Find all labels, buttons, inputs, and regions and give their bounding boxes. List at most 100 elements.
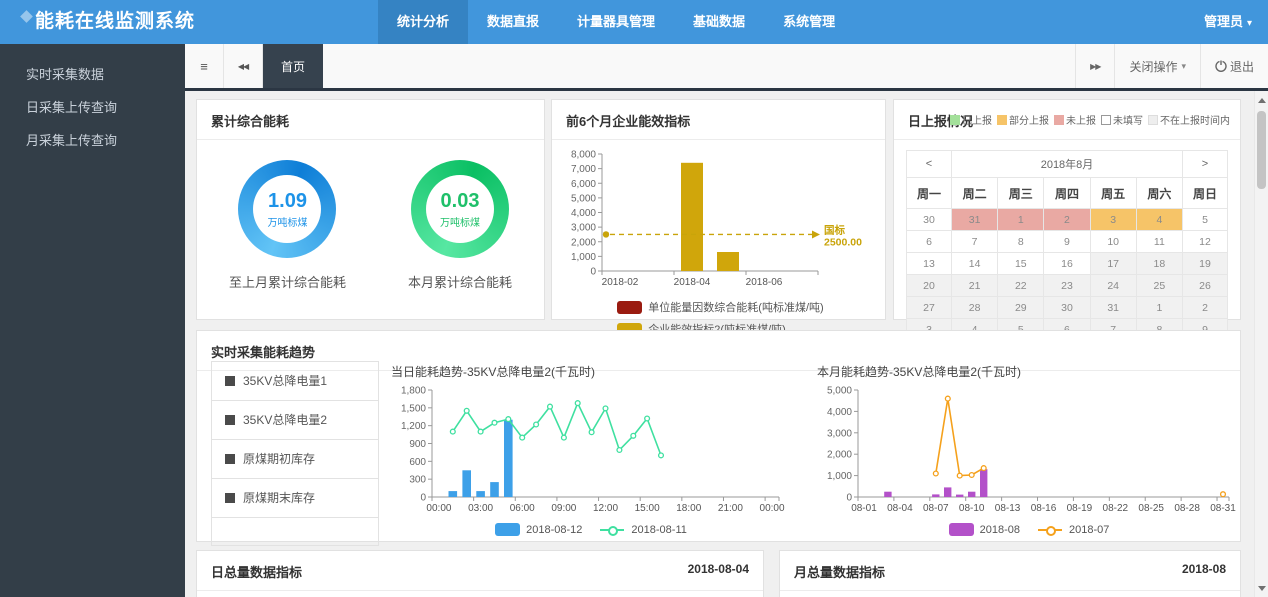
calendar-day[interactable]: 6: [906, 230, 952, 253]
calendar-day[interactable]: 2: [1182, 296, 1228, 319]
calendar-day[interactable]: 22: [997, 274, 1045, 297]
svg-text:08-07: 08-07: [923, 503, 949, 514]
calendar-day[interactable]: 24: [1089, 274, 1137, 297]
svg-text:300: 300: [409, 475, 426, 486]
scroll-tabs-right-button[interactable]: ▶▶: [1075, 44, 1114, 88]
meter-list-item[interactable]: 原煤期初库存: [212, 440, 378, 479]
calendar-day[interactable]: 11: [1135, 230, 1184, 253]
logout-button[interactable]: 退出: [1199, 44, 1268, 88]
calendar-day[interactable]: 9: [1043, 230, 1091, 253]
legend-label: 2018-08: [979, 524, 1020, 536]
svg-text:2018-02: 2018-02: [602, 277, 639, 288]
meter-list-item[interactable]: 35KV总降电量2: [212, 401, 378, 440]
calendar-day[interactable]: 2: [1043, 208, 1091, 231]
calendar-day[interactable]: 31: [1089, 296, 1137, 319]
tab-bar: ≡ ◀◀ 首页 ▶▶ 关闭操作 ▾ 退出: [185, 44, 1268, 88]
tab-home[interactable]: 首页: [263, 44, 323, 88]
calendar-day[interactable]: 27: [906, 296, 952, 319]
calendar-day[interactable]: 8: [997, 230, 1045, 253]
calendar-day[interactable]: 30: [906, 208, 952, 231]
nav-item[interactable]: 系统管理: [764, 0, 854, 44]
line-legend-marker: [600, 526, 625, 536]
user-menu[interactable]: 管理员 ▾: [1204, 0, 1252, 46]
menu-toggle-button[interactable]: ≡: [185, 44, 224, 88]
calendar-day[interactable]: 1: [997, 208, 1045, 231]
calendar-day[interactable]: 28: [950, 296, 999, 319]
nav-item[interactable]: 数据直报: [468, 0, 558, 44]
calendar-prev-button[interactable]: <: [906, 150, 952, 178]
svg-text:4,000: 4,000: [571, 208, 596, 219]
close-operations-dropdown[interactable]: 关闭操作 ▾: [1114, 44, 1200, 88]
calendar-day[interactable]: 4: [1135, 208, 1184, 231]
vertical-scrollbar[interactable]: [1254, 91, 1268, 597]
panel-title: 月总量数据指标: [794, 565, 886, 580]
calendar-day[interactable]: 18: [1135, 252, 1184, 275]
svg-text:08-16: 08-16: [1031, 503, 1057, 514]
calendar-day[interactable]: 25: [1135, 274, 1184, 297]
calendar-day[interactable]: 10: [1089, 230, 1137, 253]
gauge-unit: 万吨标煤: [440, 217, 480, 229]
svg-text:06:00: 06:00: [510, 503, 535, 514]
calendar-next-button[interactable]: >: [1182, 150, 1228, 178]
nav-item[interactable]: 基础数据: [674, 0, 764, 44]
calendar-day[interactable]: 30: [1043, 296, 1091, 319]
scrollbar-thumb[interactable]: [1257, 111, 1266, 189]
legend-item[interactable]: 单位能量因数综合能耗(吨标准煤/吨): [617, 299, 824, 317]
legend-dot-icon: [1046, 526, 1056, 536]
svg-text:2018-04: 2018-04: [674, 277, 711, 288]
svg-text:7,000: 7,000: [571, 164, 596, 175]
svg-text:4,000: 4,000: [827, 407, 852, 418]
meter-list-item[interactable]: 原煤期末库存: [212, 479, 378, 518]
meter-list-filler: [212, 518, 378, 545]
calendar-day[interactable]: 12: [1182, 230, 1228, 253]
double-chevron-left-icon: ◀◀: [237, 61, 249, 71]
calendar-day[interactable]: 5: [1182, 208, 1228, 231]
calendar-day[interactable]: 15: [997, 252, 1045, 275]
svg-text:6,000: 6,000: [571, 179, 596, 190]
legend-item[interactable]: 2018-08-11: [600, 521, 687, 538]
main-nav: 统计分析 数据直报 计量器具管理 基础数据 系统管理: [378, 0, 854, 44]
calendar-day[interactable]: 26: [1182, 274, 1228, 297]
svg-text:12:00: 12:00: [593, 503, 618, 514]
calendar-day[interactable]: 1: [1135, 296, 1184, 319]
legend-item[interactable]: 2018-08: [948, 521, 1020, 538]
nav-item[interactable]: 统计分析: [378, 0, 469, 44]
calendar-day[interactable]: 17: [1089, 252, 1137, 275]
calendar-day[interactable]: 13: [906, 252, 952, 275]
meter-label: 原煤期末库存: [243, 491, 316, 505]
meter-label: 35KV总降电量1: [243, 374, 328, 388]
calendar: <2018年8月 > 周一 周二 周三 周四 周五 周六 周日 30 31 1 2 3 4 5 6 7 8 9 10 11…: [906, 150, 1228, 341]
calendar-day[interactable]: 23: [1043, 274, 1091, 297]
calendar-day[interactable]: 16: [1043, 252, 1091, 275]
scroll-tabs-left-button[interactable]: ◀◀: [224, 44, 263, 88]
legend-swatch: [997, 115, 1007, 125]
legend-swatch: [1101, 115, 1111, 125]
svg-text:21:00: 21:00: [718, 503, 743, 514]
panel-monthly-totals: 月总量数据指标 2018-08: [779, 550, 1241, 597]
sidebar-item[interactable]: 日采集上传查询: [0, 91, 185, 124]
calendar-day[interactable]: 19: [1182, 252, 1228, 275]
svg-text:900: 900: [409, 439, 426, 450]
svg-text:5,000: 5,000: [827, 386, 852, 397]
panel-header: 日上报情况 已上报 部分上报 未上报 未填写 不在上报时间内: [894, 100, 1240, 140]
svg-text:08-25: 08-25: [1138, 503, 1164, 514]
calendar-day[interactable]: 29: [997, 296, 1045, 319]
calendar-day[interactable]: 21: [950, 274, 999, 297]
calendar-day[interactable]: 14: [950, 252, 999, 275]
scroll-down-button[interactable]: [1255, 581, 1268, 595]
sidebar-item[interactable]: 月采集上传查询: [0, 124, 185, 157]
legend-item[interactable]: 2018-08-12: [495, 521, 582, 538]
svg-text:1,800: 1,800: [401, 386, 426, 397]
legend-label: 已上报: [962, 116, 992, 127]
calendar-day[interactable]: 31: [950, 208, 999, 231]
calendar-day[interactable]: 20: [906, 274, 952, 297]
calendar-day[interactable]: 7: [950, 230, 999, 253]
sidebar-item[interactable]: 实时采集数据: [0, 58, 185, 91]
nav-item[interactable]: 计量器具管理: [558, 0, 674, 44]
legend-item[interactable]: 2018-07: [1038, 521, 1109, 538]
panel-cumulative-energy: 累计综合能耗 1.09 万吨标煤 至上月累计综合能耗 0.03 万吨标煤 本月累计综合能耗: [196, 99, 545, 320]
calendar-day[interactable]: 3: [1089, 208, 1137, 231]
svg-text:00:00: 00:00: [760, 503, 785, 514]
scroll-up-button[interactable]: [1255, 93, 1268, 107]
meter-list-item[interactable]: 35KV总降电量1: [212, 362, 378, 401]
